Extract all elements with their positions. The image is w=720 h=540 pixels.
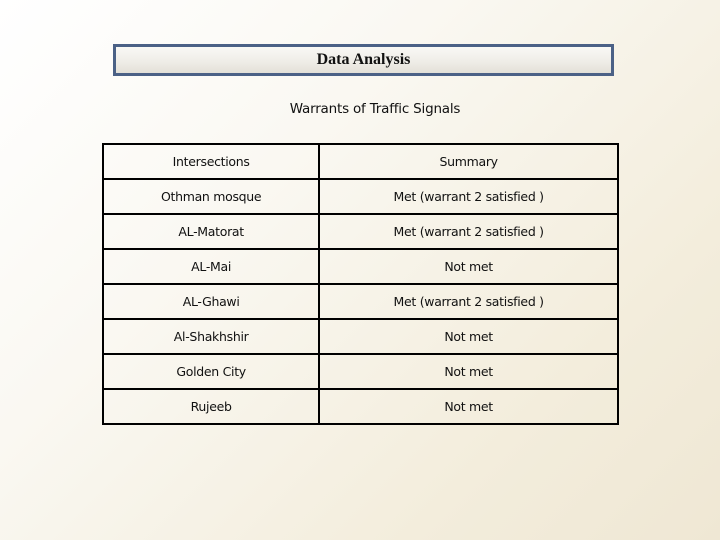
warrants-table: Intersections Summary Othman mosque Met …: [101, 143, 619, 425]
table-caption: Warrants of Traffic Signals: [289, 101, 461, 117]
table-row: AL-Mai Not met: [101, 248, 619, 285]
summary-cell: Not met: [318, 388, 619, 425]
summary-cell: Met (warrant 2 satisfied ): [318, 213, 619, 250]
summary-cell: Met (warrant 2 satisfied ): [318, 283, 619, 320]
intersection-cell: AL-Matorat: [101, 213, 321, 250]
table-row: Al-Shakhshir Not met: [101, 318, 619, 355]
summary-cell: Not met: [318, 353, 619, 390]
summary-cell: Not met: [318, 248, 619, 285]
summary-cell: Not met: [318, 318, 619, 355]
table-header-row: Intersections Summary: [101, 143, 619, 180]
intersection-cell: Al-Shakhshir: [101, 318, 321, 355]
table-row: Golden City Not met: [101, 353, 619, 390]
summary-cell: Met (warrant 2 satisfied ): [318, 178, 619, 215]
intersection-cell: AL-Mai: [101, 248, 321, 285]
column-header-summary: Summary: [318, 143, 619, 180]
title-banner: Data Analysis: [113, 44, 614, 76]
table-row: AL-Ghawi Met (warrant 2 satisfied ): [101, 283, 619, 320]
intersection-cell: Golden City: [101, 353, 321, 390]
intersection-cell: Othman mosque: [101, 178, 321, 215]
page-title: Data Analysis: [316, 51, 411, 68]
intersection-cell: Rujeeb: [101, 388, 321, 425]
column-header-intersections: Intersections: [101, 143, 321, 180]
table-row: AL-Matorat Met (warrant 2 satisfied ): [101, 213, 619, 250]
intersection-cell: AL-Ghawi: [101, 283, 321, 320]
table-row: Othman mosque Met (warrant 2 satisfied ): [101, 178, 619, 215]
table-row: Rujeeb Not met: [101, 388, 619, 425]
